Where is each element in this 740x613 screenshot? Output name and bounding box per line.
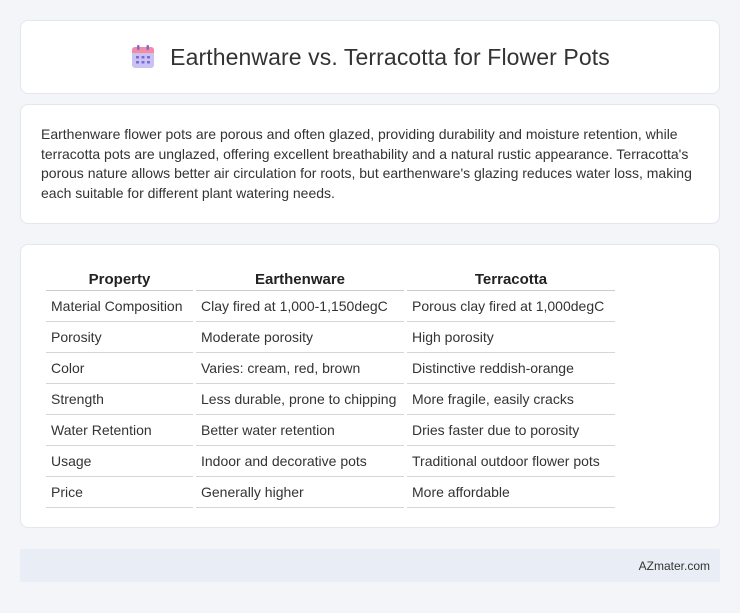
cell-terracotta: Porous clay fired at 1,000degC xyxy=(407,291,615,322)
summary-text: Earthenware flower pots are porous and o… xyxy=(41,126,692,201)
table-header-row: Property Earthenware Terracotta xyxy=(46,265,615,291)
summary-card: Earthenware flower pots are porous and o… xyxy=(20,104,720,224)
table-row: Usage Indoor and decorative pots Traditi… xyxy=(46,446,615,477)
cell-earthenware: Clay fired at 1,000-1,150degC xyxy=(196,291,404,322)
cell-terracotta: More affordable xyxy=(407,477,615,508)
page-title: Earthenware vs. Terracotta for Flower Po… xyxy=(170,43,610,70)
table-row: Strength Less durable, prone to chipping… xyxy=(46,384,615,415)
header-property: Property xyxy=(46,265,193,291)
cell-earthenware: Less durable, prone to chipping xyxy=(196,384,404,415)
table-row: Color Varies: cream, red, brown Distinct… xyxy=(46,353,615,384)
cell-terracotta: Distinctive reddish-orange xyxy=(407,353,615,384)
table-row: Porosity Moderate porosity High porosity xyxy=(46,322,615,353)
cell-terracotta: More fragile, easily cracks xyxy=(407,384,615,415)
cell-property: Strength xyxy=(46,384,193,415)
cell-terracotta: Dries faster due to porosity xyxy=(407,415,615,446)
calendar-icon xyxy=(130,44,156,70)
table-card: Property Earthenware Terracotta Material… xyxy=(20,244,720,528)
header-terracotta: Terracotta xyxy=(407,265,615,291)
cell-property: Porosity xyxy=(46,322,193,353)
cell-earthenware: Varies: cream, red, brown xyxy=(196,353,404,384)
cell-earthenware: Indoor and decorative pots xyxy=(196,446,404,477)
cell-earthenware: Moderate porosity xyxy=(196,322,404,353)
cell-earthenware: Generally higher xyxy=(196,477,404,508)
cell-terracotta: Traditional outdoor flower pots xyxy=(407,446,615,477)
cell-property: Price xyxy=(46,477,193,508)
cell-property: Material Composition xyxy=(46,291,193,322)
title-card: Earthenware vs. Terracotta for Flower Po… xyxy=(20,20,720,94)
footer: AZmater.com xyxy=(20,549,720,582)
cell-property: Usage xyxy=(46,446,193,477)
comparison-table: Property Earthenware Terracotta Material… xyxy=(43,265,618,508)
header-earthenware: Earthenware xyxy=(196,265,404,291)
cell-terracotta: High porosity xyxy=(407,322,615,353)
table-row: Material Composition Clay fired at 1,000… xyxy=(46,291,615,322)
footer-source-link[interactable]: AZmater.com xyxy=(639,559,710,573)
cell-earthenware: Better water retention xyxy=(196,415,404,446)
table-row: Price Generally higher More affordable xyxy=(46,477,615,508)
table-row: Water Retention Better water retention D… xyxy=(46,415,615,446)
cell-property: Color xyxy=(46,353,193,384)
cell-property: Water Retention xyxy=(46,415,193,446)
title-wrap: Earthenware vs. Terracotta for Flower Po… xyxy=(130,44,610,71)
